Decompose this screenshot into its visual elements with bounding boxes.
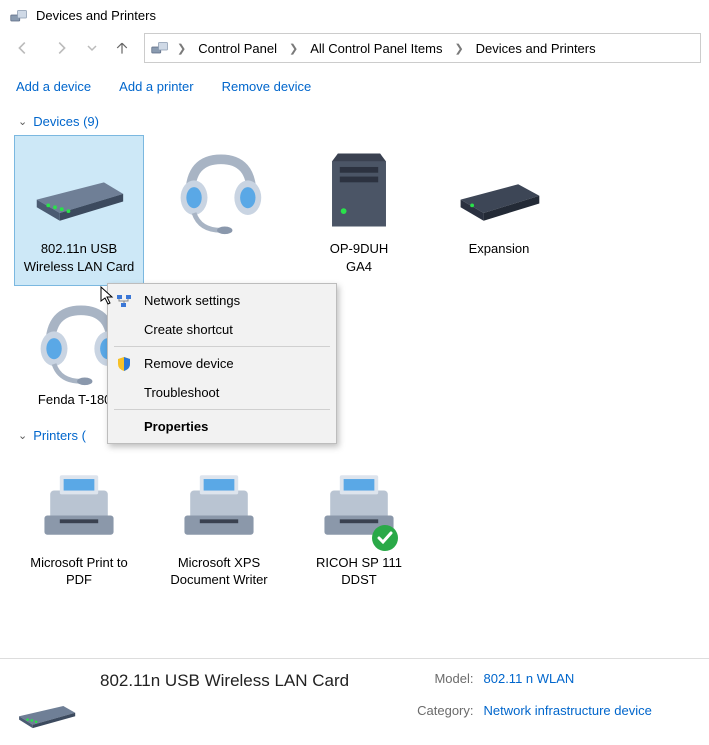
context-menu-separator	[114, 346, 330, 347]
device-item[interactable]	[154, 135, 284, 286]
chevron-right-icon: ❯	[175, 42, 188, 55]
printer-item[interactable]: Microsoft Print to PDF	[14, 449, 144, 600]
breadcrumb-part[interactable]: Devices and Printers	[472, 39, 600, 58]
device-label: OP-9DUHGA4	[330, 240, 389, 275]
add-device-link[interactable]: Add a device	[16, 79, 91, 94]
chevron-down-icon: ⌄	[18, 429, 27, 442]
context-menu-separator	[114, 409, 330, 410]
titlebar: Devices and Printers	[0, 0, 709, 29]
navbar: ❯ Control Panel ❯ All Control Panel Item…	[0, 29, 709, 69]
details-value: 802.11 n WLAN	[484, 671, 652, 699]
group-count: 9	[87, 114, 94, 129]
pc-tower-icon	[311, 142, 407, 238]
default-check-icon	[371, 524, 399, 552]
group-label: Devices	[33, 114, 79, 129]
command-bar: Add a device Add a printer Remove device	[0, 69, 709, 106]
details-key: Category:	[417, 703, 473, 731]
context-menu-label: Troubleshoot	[144, 385, 219, 400]
headset-icon	[171, 142, 267, 238]
address-bar[interactable]: ❯ Control Panel ❯ All Control Panel Item…	[144, 33, 701, 63]
details-pane: 802.11n USB Wireless LAN Card Model: 802.…	[0, 658, 709, 745]
modem-icon	[31, 142, 127, 238]
printer-icon	[31, 456, 127, 552]
context-menu-label: Remove device	[144, 356, 234, 371]
context-menu-label: Properties	[144, 419, 208, 434]
printer-icon	[171, 456, 267, 552]
device-label: Microsoft Print to PDF	[19, 554, 139, 589]
device-label: 802.11n USB Wireless LAN Card	[19, 240, 139, 275]
context-menu-item[interactable]: Remove device	[108, 349, 336, 378]
chevron-right-icon: ❯	[452, 42, 465, 55]
chevron-down-icon: ⌄	[18, 115, 27, 128]
device-label: Microsoft XPS Document Writer	[159, 554, 279, 589]
shield-icon	[116, 356, 132, 372]
back-button[interactable]	[8, 34, 38, 62]
mouse-cursor	[100, 286, 116, 309]
breadcrumb-part[interactable]: All Control Panel Items	[306, 39, 446, 58]
add-printer-link[interactable]: Add a printer	[119, 79, 193, 94]
group-label: Printers	[33, 428, 78, 443]
context-menu: Network settings Create shortcut Remove de…	[107, 283, 337, 444]
details-device-name: 802.11n USB Wireless LAN Card	[100, 671, 349, 691]
device-label: Expansion	[469, 240, 530, 258]
breadcrumb-part[interactable]: Control Panel	[194, 39, 281, 58]
printer-item[interactable]: RICOH SP 111 DDST	[294, 449, 424, 600]
remove-device-link[interactable]: Remove device	[222, 79, 312, 94]
context-menu-item[interactable]: Create shortcut	[108, 315, 336, 344]
device-item[interactable]: 802.11n USB Wireless LAN Card	[14, 135, 144, 286]
context-menu-item[interactable]: Troubleshoot	[108, 378, 336, 407]
printer-icon	[311, 456, 407, 552]
network-icon	[116, 293, 132, 309]
device-item[interactable]: Expansion	[434, 135, 564, 286]
context-menu-item[interactable]: Network settings	[108, 286, 336, 315]
recent-locations-button[interactable]	[84, 43, 100, 53]
window-title: Devices and Printers	[36, 8, 156, 23]
drive-icon	[451, 142, 547, 238]
printers-grid: Microsoft Print to PDF Microsoft XPS Docu…	[10, 449, 699, 600]
up-button[interactable]	[108, 34, 136, 62]
forward-button[interactable]	[46, 34, 76, 62]
modem-icon	[14, 671, 82, 731]
devices-printers-icon	[151, 41, 169, 55]
context-menu-label: Network settings	[144, 293, 240, 308]
devices-printers-icon	[10, 9, 28, 23]
details-key: Model:	[417, 671, 473, 699]
context-menu-label: Create shortcut	[144, 322, 233, 337]
chevron-right-icon: ❯	[287, 42, 300, 55]
group-count-partial: (	[82, 428, 86, 443]
device-label: RICOH SP 111 DDST	[299, 554, 419, 589]
device-item[interactable]: OP-9DUHGA4	[294, 135, 424, 286]
details-value: Network infrastructure device	[484, 703, 652, 731]
context-menu-item[interactable]: Properties	[108, 412, 336, 441]
printer-item[interactable]: Microsoft XPS Document Writer	[154, 449, 284, 600]
group-header-devices[interactable]: ⌄ Devices (9)	[18, 110, 699, 135]
